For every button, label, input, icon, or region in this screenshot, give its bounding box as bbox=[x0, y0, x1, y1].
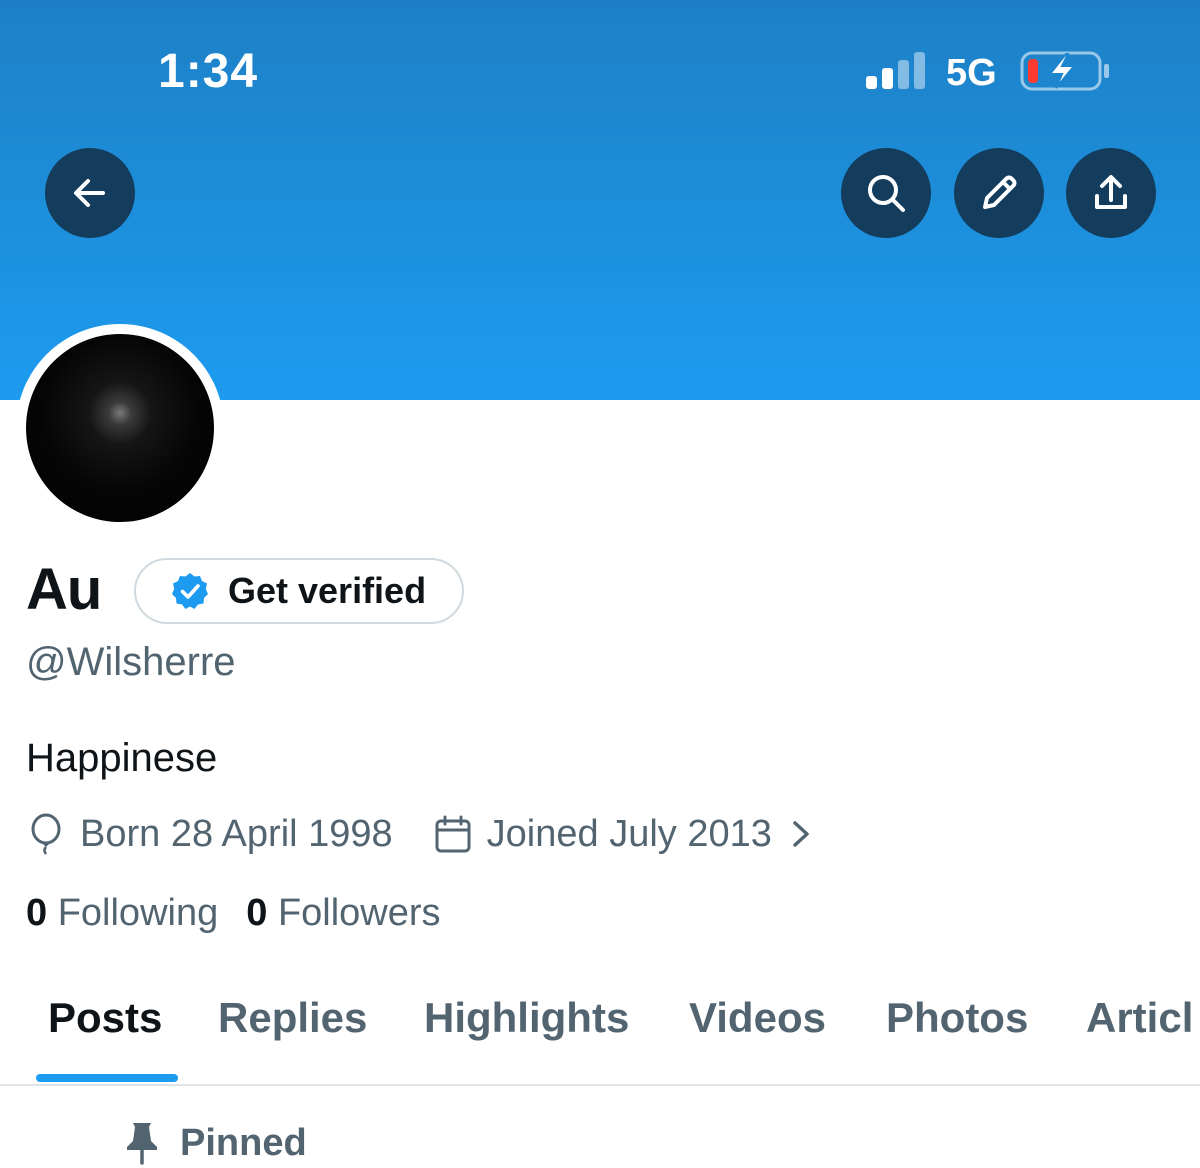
calendar-icon bbox=[435, 815, 471, 853]
edit-profile-button[interactable] bbox=[954, 148, 1044, 238]
tab-photos[interactable]: Photos bbox=[886, 994, 1028, 1042]
profile-handle: @Wilsherre bbox=[26, 640, 236, 684]
following-link[interactable]: 0 Following bbox=[26, 892, 218, 935]
search-button[interactable] bbox=[841, 148, 931, 238]
followers-label: Followers bbox=[277, 892, 441, 934]
network-type: 5G bbox=[946, 52, 997, 94]
profile-name: Au bbox=[26, 557, 102, 622]
tab-replies[interactable]: Replies bbox=[218, 994, 367, 1042]
get-verified-label: Get verified bbox=[228, 570, 427, 611]
joined-text: Joined July 2013 bbox=[486, 812, 772, 855]
balloon-icon bbox=[31, 813, 61, 855]
get-verified-button[interactable]: Get verified bbox=[134, 558, 464, 624]
share-button[interactable] bbox=[1066, 148, 1156, 238]
follow-counts: 0 Following 0 Followers bbox=[26, 892, 441, 935]
verified-badge-icon bbox=[172, 573, 208, 609]
birthday-info: Born 28 April 1998 bbox=[26, 813, 393, 856]
born-text: Born 28 April 1998 bbox=[80, 812, 393, 855]
search-icon bbox=[868, 175, 905, 212]
pin-icon bbox=[127, 1123, 157, 1165]
back-button[interactable] bbox=[45, 148, 135, 238]
tab-videos[interactable]: Videos bbox=[689, 994, 826, 1042]
joined-info[interactable]: Joined July 2013 bbox=[433, 813, 814, 856]
profile-meta: Born 28 April 1998 Joined July 2013 bbox=[26, 808, 814, 860]
cellular-signal-icon bbox=[866, 52, 925, 89]
arrow-left-icon bbox=[74, 179, 105, 207]
profile-tabs: Posts Replies Highlights Videos Photos A… bbox=[0, 990, 1200, 1086]
profile-bio: Happinese bbox=[26, 736, 218, 780]
battery-charging-icon bbox=[1020, 51, 1109, 91]
chevron-right-icon bbox=[793, 821, 809, 847]
pinned-label: Pinned bbox=[180, 1121, 307, 1164]
active-tab-indicator bbox=[36, 1074, 178, 1082]
followers-count: 0 bbox=[246, 892, 268, 934]
pinned-header: Pinned bbox=[124, 1118, 307, 1168]
pencil-icon bbox=[983, 175, 1017, 209]
following-count: 0 bbox=[26, 892, 48, 934]
tab-posts[interactable]: Posts bbox=[48, 994, 162, 1042]
following-label: Following bbox=[57, 892, 219, 934]
share-upload-icon bbox=[1095, 175, 1127, 209]
status-time: 1:34 bbox=[158, 45, 259, 98]
tab-highlights[interactable]: Highlights bbox=[424, 994, 629, 1042]
tab-articles[interactable]: Articl bbox=[1086, 994, 1193, 1042]
avatar[interactable] bbox=[26, 334, 214, 522]
followers-link[interactable]: 0 Followers bbox=[246, 892, 440, 935]
